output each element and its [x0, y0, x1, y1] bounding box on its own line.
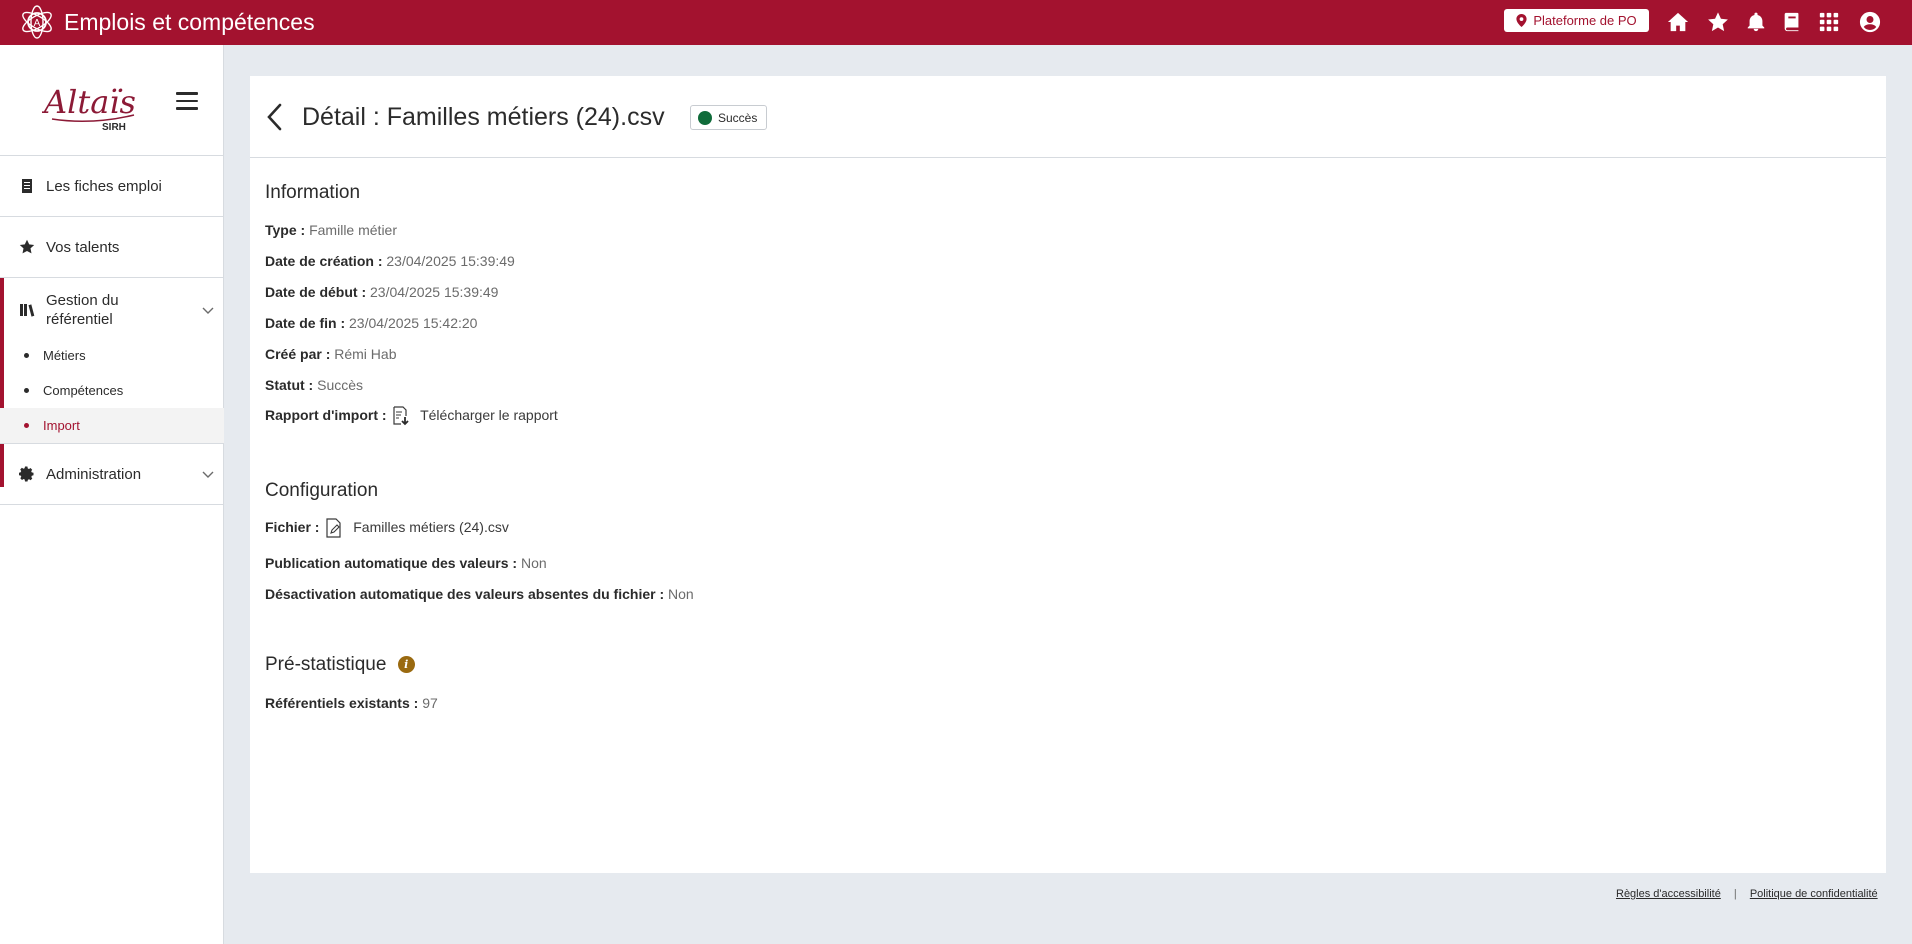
field-label: Référentiels existants : — [265, 695, 419, 711]
svg-text:Altaïs: Altaïs — [42, 83, 136, 121]
status-badge-label: Succès — [718, 110, 758, 125]
field-label: Statut : — [265, 377, 314, 393]
sidebar-subitem-label: Compétences — [43, 383, 124, 398]
card-header: Détail : Familles métiers (24).csv Succè… — [250, 76, 1886, 158]
sidebar-subitem-metiers[interactable]: Métiers — [0, 338, 224, 373]
top-bar: A Emplois et compétences Plateforme de P… — [0, 0, 1912, 45]
section-title-configuration: Configuration — [265, 480, 379, 501]
field-value: 23/04/2025 15:39:49 — [386, 253, 515, 269]
svg-text:SIRH: SIRH — [102, 122, 126, 133]
sidebar-item-label: Vos talents — [46, 238, 120, 256]
field-value: Famille métier — [309, 222, 397, 238]
field-rapport-import: Rapport d'import : Télécharger le rappor… — [265, 406, 558, 426]
book-icon[interactable] — [1778, 8, 1806, 36]
svg-text:A: A — [34, 18, 41, 29]
app-title: Emplois et compétences — [64, 9, 315, 35]
sidebar-item-label: Les fiches emploi — [46, 177, 162, 195]
download-report-icon[interactable] — [392, 406, 410, 426]
sidebar-subitem-import[interactable]: Import — [0, 408, 224, 443]
sidebar-subitem-label: Import — [43, 418, 80, 433]
field-referentiels-existants: Référentiels existants : 97 — [265, 694, 438, 713]
status-dot-icon — [698, 110, 712, 125]
divider — [0, 504, 224, 505]
location-pin-icon — [1516, 14, 1527, 27]
platform-label: Plateforme de PO — [1533, 13, 1637, 28]
section-title-label: Pré-statistique — [265, 654, 387, 675]
field-date-fin: Date de fin : 23/04/2025 15:42:20 — [265, 314, 477, 333]
file-name[interactable]: Familles métiers (24).csv — [353, 519, 509, 535]
field-desactivation-auto: Désactivation automatique des valeurs ab… — [265, 585, 694, 604]
star-icon — [19, 239, 35, 255]
bullet — [24, 353, 29, 358]
field-label: Date de fin : — [265, 315, 346, 331]
platform-selector-button[interactable]: Plateforme de PO — [1504, 9, 1649, 32]
sidebar-item-gestion-referentiel[interactable]: Gestion du référentiel — [0, 278, 224, 342]
chevron-down-icon[interactable] — [201, 303, 215, 317]
status-badge: Succès — [690, 105, 768, 130]
menu-toggle-icon[interactable] — [176, 92, 200, 112]
sidebar-item-fiches-emploi[interactable]: Les fiches emploi — [0, 156, 224, 216]
field-value: Rémi Hab — [334, 346, 397, 362]
sidebar-item-label: Gestion du référentiel — [46, 292, 119, 328]
download-report-link[interactable]: Télécharger le rapport — [420, 407, 558, 423]
field-fichier: Fichier : Familles métiers (24).csv — [265, 518, 509, 538]
field-label: Désactivation automatique des valeurs ab… — [265, 586, 665, 602]
field-value: Non — [520, 555, 547, 571]
footer-separator: | — [1733, 888, 1737, 900]
sidebar-item-label: Administration — [46, 465, 142, 483]
star-icon[interactable] — [1704, 8, 1732, 36]
field-cree-par: Créé par : Rémi Hab — [265, 345, 397, 364]
page-title: Détail : Familles métiers (24).csv — [302, 103, 665, 131]
field-label: Publication automatique des valeurs : — [265, 555, 518, 571]
footer: Règles d'accessibilité | Politique de co… — [1616, 888, 1878, 900]
field-statut: Statut : Succès — [265, 376, 363, 395]
sidebar-item-administration[interactable]: Administration — [0, 444, 224, 504]
field-label: Fichier : — [265, 519, 320, 535]
field-type: Type : Famille métier — [265, 221, 397, 240]
import-detail-card: Détail : Familles métiers (24).csv Succè… — [250, 76, 1886, 873]
section-title-information: Information — [265, 182, 361, 203]
app-logo-icon[interactable]: A — [19, 4, 55, 40]
sidebar-subitem-competences[interactable]: Compétences — [0, 373, 224, 408]
gear-icon — [19, 466, 35, 482]
altais-sirh-logo[interactable]: Altaïs SIRH — [41, 75, 142, 133]
privacy-link[interactable]: Politique de confidentialité — [1750, 888, 1878, 900]
field-label: Créé par : — [265, 346, 331, 362]
apps-grid-icon[interactable] — [1815, 8, 1843, 36]
field-date-creation: Date de création : 23/04/2025 15:39:49 — [265, 252, 515, 271]
sidebar-subitem-label: Métiers — [43, 348, 86, 363]
sidebar: Altaïs SIRH Les fiches emploi Vos talent… — [0, 45, 224, 944]
bullet — [24, 423, 29, 428]
home-icon[interactable] — [1664, 8, 1692, 36]
field-value: 23/04/2025 15:42:20 — [349, 315, 478, 331]
field-publication-auto: Publication automatique des valeurs : No… — [265, 554, 547, 573]
accessibility-link[interactable]: Règles d'accessibilité — [1616, 888, 1721, 900]
info-icon[interactable]: i — [397, 656, 415, 674]
sidebar-item-vos-talents[interactable]: Vos talents — [0, 217, 224, 277]
field-value: Succès — [317, 377, 364, 393]
field-date-debut: Date de début : 23/04/2025 15:39:49 — [265, 283, 498, 302]
field-label: Date de début : — [265, 284, 367, 300]
section-title-prestatistique: Pré-statistique i — [265, 654, 415, 676]
field-label: Date de création : — [265, 253, 383, 269]
books-icon — [19, 302, 35, 318]
chevron-down-icon[interactable] — [201, 467, 215, 481]
document-icon — [19, 178, 35, 194]
file-edit-icon — [325, 518, 343, 538]
field-label: Rapport d'import : — [265, 407, 387, 423]
account-icon[interactable] — [1856, 8, 1884, 36]
field-label: Type : — [265, 222, 306, 238]
bell-icon[interactable] — [1742, 8, 1770, 36]
back-arrow-icon[interactable] — [263, 102, 287, 132]
field-value: Non — [668, 586, 694, 602]
bullet — [24, 388, 29, 393]
field-value: 23/04/2025 15:39:49 — [370, 284, 499, 300]
field-value: 97 — [422, 695, 438, 711]
